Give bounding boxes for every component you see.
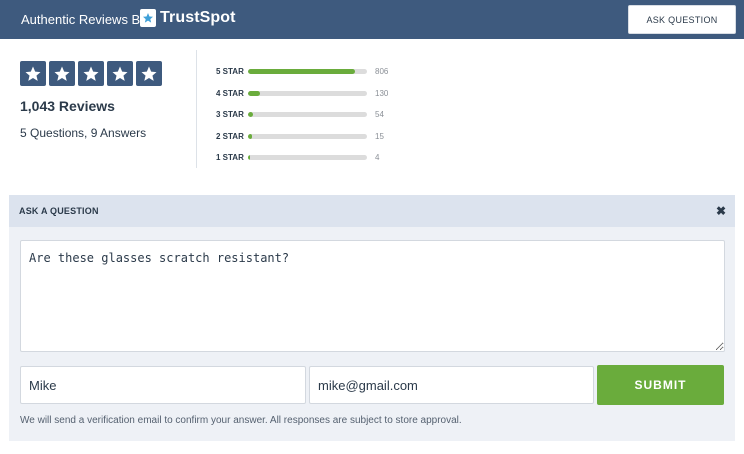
histogram-fill bbox=[248, 133, 252, 139]
star-icon bbox=[107, 61, 133, 86]
panel-title: ASK A QUESTION bbox=[19, 206, 99, 216]
header-bar: Authentic Reviews By TrustSpot ASK QUEST… bbox=[0, 0, 744, 39]
star-icon bbox=[78, 61, 104, 86]
question-textarea[interactable]: Are these glasses scratch resistant? bbox=[20, 240, 725, 352]
trustspot-logo[interactable]: TrustSpot bbox=[140, 9, 236, 27]
reviews-count[interactable]: 1,043 Reviews bbox=[20, 98, 115, 114]
rating-stars bbox=[20, 61, 162, 86]
histogram-fill bbox=[248, 69, 356, 75]
histogram-bar bbox=[248, 155, 367, 161]
histogram-label: 2 STAR bbox=[216, 131, 244, 141]
trustspot-star-icon bbox=[140, 9, 156, 27]
verification-notice: We will send a verification email to con… bbox=[20, 415, 462, 426]
questions-answers-count[interactable]: 5 Questions, 9 Answers bbox=[20, 126, 146, 140]
histogram-row-1[interactable]: 1 STAR 4 bbox=[216, 147, 388, 169]
close-icon[interactable]: ✖ bbox=[715, 205, 727, 217]
histogram-bar bbox=[248, 112, 367, 118]
star-icon bbox=[49, 61, 75, 86]
ask-question-button[interactable]: ASK QUESTION bbox=[628, 5, 736, 34]
histogram-fill bbox=[248, 155, 250, 161]
histogram-row-5[interactable]: 5 STAR 806 bbox=[216, 61, 388, 83]
histogram-count: 130 bbox=[375, 88, 389, 98]
email-field[interactable] bbox=[309, 366, 594, 404]
star-icon bbox=[20, 61, 46, 86]
ask-question-panel: ASK A QUESTION ✖ Are these glasses scrat… bbox=[9, 195, 735, 441]
histogram-row-3[interactable]: 3 STAR 54 bbox=[216, 104, 388, 126]
name-field[interactable] bbox=[20, 366, 306, 404]
histogram-label: 4 STAR bbox=[216, 88, 244, 98]
histogram-fill bbox=[248, 112, 254, 118]
star-icon bbox=[136, 61, 162, 86]
histogram-fill bbox=[248, 90, 260, 96]
histogram-row-2[interactable]: 2 STAR 15 bbox=[216, 126, 388, 148]
histogram-count: 806 bbox=[375, 67, 389, 77]
panel-header: ASK A QUESTION ✖ bbox=[9, 195, 735, 227]
histogram-bar bbox=[248, 133, 367, 139]
histogram-label: 5 STAR bbox=[216, 67, 244, 77]
histogram-label: 3 STAR bbox=[216, 110, 244, 120]
histogram-label: 1 STAR bbox=[216, 153, 244, 163]
brand-prefix: Authentic Reviews By bbox=[21, 12, 147, 27]
rating-histogram: 5 STAR 806 4 STAR 130 3 STAR 54 2 STAR 1… bbox=[216, 61, 388, 169]
histogram-count: 54 bbox=[375, 110, 384, 120]
summary-divider bbox=[196, 50, 197, 168]
submit-button[interactable]: SUBMIT bbox=[597, 365, 724, 405]
histogram-row-4[interactable]: 4 STAR 130 bbox=[216, 83, 388, 105]
histogram-count: 15 bbox=[375, 131, 384, 141]
histogram-count: 4 bbox=[375, 153, 380, 163]
histogram-bar bbox=[248, 90, 367, 96]
histogram-bar bbox=[248, 69, 367, 75]
logo-name: TrustSpot bbox=[160, 9, 236, 26]
